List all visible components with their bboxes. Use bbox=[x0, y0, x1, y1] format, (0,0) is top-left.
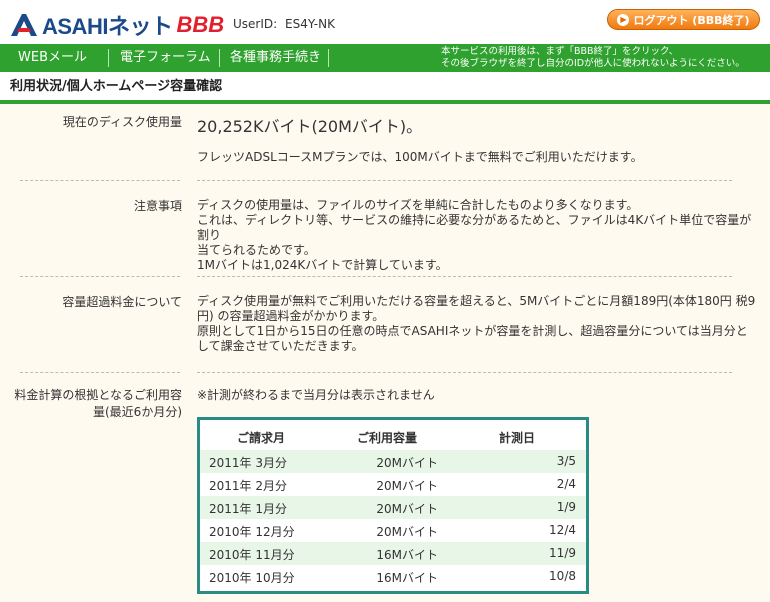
userid-display: UserID: ES4Y-NK bbox=[233, 17, 335, 31]
nav-divider bbox=[328, 49, 329, 67]
overage-line: ディスク使用量が無料でご利用いただける容量を超えると、5Mバイトごとに月額189… bbox=[197, 294, 756, 308]
measured-date-cell: 1/9 bbox=[556, 500, 576, 514]
logo-bbb: BBB bbox=[176, 12, 225, 37]
disk-usage-value: 20,252Kバイト(20Mバイト)。 bbox=[197, 117, 423, 136]
nav-item-web-mail[interactable]: WEBメール bbox=[18, 44, 87, 72]
disk-usage-note: フレッツADSLコースMプランでは、100Mバイトまで無料でご利用いただけます。 bbox=[197, 150, 643, 164]
nav-item-e-forum[interactable]: 電子フォーラム bbox=[120, 44, 211, 72]
overage-fee-label: 容量超過料金について bbox=[62, 295, 182, 309]
billing-month-cell: 2010年 11月分 bbox=[209, 548, 295, 562]
table-row: 2011年 1月分 20Mバイト 1/9 bbox=[200, 496, 586, 519]
caution-line: 当てられるためです。 bbox=[197, 243, 316, 257]
column-header-usage: ご利用容量 bbox=[357, 431, 418, 445]
divider-line bbox=[197, 276, 732, 277]
billing-month-cell: 2011年 2月分 bbox=[209, 479, 287, 493]
table-row: 2010年 10月分 16Mバイト 10/8 bbox=[200, 565, 586, 588]
overage-line: 円) の容量超過料金がかかります。 bbox=[197, 309, 385, 323]
usage-history-table: ご請求月 ご利用容量 計測日 2011年 3月分 20Mバイト 3/5 2011… bbox=[197, 417, 589, 594]
page-title-bar: 利用状況/個人ホームページ容量確認 bbox=[0, 72, 770, 96]
main-nav: WEBメール 電子フォーラム 各種事務手続き 本サービスの利用後は、まず「BBB… bbox=[0, 44, 770, 72]
measured-date-cell: 2/4 bbox=[556, 477, 576, 491]
table-row: 2011年 2月分 20Mバイト 2/4 bbox=[200, 473, 586, 496]
disk-usage-label: 現在のディスク使用量 bbox=[62, 115, 182, 129]
nav-item-procedures[interactable]: 各種事務手続き bbox=[230, 44, 321, 72]
userid-value: ES4Y-NK bbox=[285, 17, 335, 31]
divider-line bbox=[20, 372, 180, 373]
usage-size-cell: 20Mバイト bbox=[376, 479, 438, 493]
asahi-logo-mark-icon bbox=[11, 14, 37, 36]
billing-month-cell: 2010年 10月分 bbox=[209, 571, 295, 585]
billing-month-cell: 2010年 12月分 bbox=[209, 525, 295, 539]
divider-line bbox=[197, 372, 732, 373]
measured-date-cell: 12/4 bbox=[549, 523, 576, 537]
billing-basis-label: 料金計算の根拠となるご利用容 量(最近6か月分) bbox=[14, 387, 182, 421]
billing-note: ※計測が終わるまで当月分は表示されません bbox=[197, 388, 435, 402]
page-title: 利用状況/個人ホームページ容量確認 bbox=[10, 79, 223, 94]
billing-month-cell: 2011年 1月分 bbox=[209, 502, 287, 516]
usage-size-cell: 20Mバイト bbox=[376, 525, 438, 539]
header: ASAHIネット BBB UserID: ES4Y-NK ▶ ログアウト (BB… bbox=[0, 0, 770, 44]
userid-label: UserID: bbox=[233, 17, 278, 31]
caution-line: ディスクの使用量は、ファイルのサイズを単純に合計したものより多くなります。 bbox=[197, 198, 639, 212]
divider-line bbox=[20, 276, 180, 277]
usage-size-cell: 20Mバイト bbox=[376, 456, 438, 470]
billing-basis-label-line: 量(最近6か月分) bbox=[93, 405, 182, 419]
overage-line: して課金させていただきます。 bbox=[197, 339, 364, 353]
measured-date-cell: 3/5 bbox=[556, 454, 576, 468]
logo-text: ASAHIネット bbox=[42, 14, 173, 39]
caution-text: ディスクの使用量は、ファイルのサイズを単純に合計したものより多くなります。 これ… bbox=[197, 198, 757, 273]
caution-line: 1Mバイトは1,024Kバイトで計算しています。 bbox=[197, 258, 448, 272]
main-content: 現在のディスク使用量 20,252Kバイト(20Mバイト)。 フレッツADSLコ… bbox=[0, 104, 770, 602]
usage-notice-line2: その後ブラウザを終了し自分のIDが他人に使われないようにください。 bbox=[441, 58, 745, 69]
billing-month-cell: 2011年 3月分 bbox=[209, 456, 287, 470]
logout-button[interactable]: ▶ ログアウト (BBB終了) bbox=[607, 9, 760, 30]
nav-divider bbox=[108, 49, 109, 67]
divider-line bbox=[20, 180, 180, 181]
asahi-net-logo[interactable]: ASAHIネット BBB bbox=[8, 9, 224, 41]
measured-date-cell: 11/9 bbox=[549, 546, 576, 560]
column-header-month: ご請求月 bbox=[237, 431, 286, 445]
caution-line: これは、ディレクトリ等、サービスの維持に必要な分があるためと、ファイルは4Kバイ… bbox=[197, 213, 752, 242]
caution-label: 注意事項 bbox=[133, 199, 182, 213]
table-row: 2011年 3月分 20Mバイト 3/5 bbox=[200, 450, 586, 473]
table-row: 2010年 11月分 16Mバイト 11/9 bbox=[200, 542, 586, 565]
nav-divider bbox=[219, 49, 220, 67]
overage-line: 原則として1日から15日の任意の時点でASAHIネットが容量を計測し、超過容量分… bbox=[197, 324, 748, 338]
usage-notice-line1: 本サービスの利用後は、まず「BBB終了」をクリック、 bbox=[441, 46, 679, 57]
measured-date-cell: 10/8 bbox=[549, 569, 576, 583]
arrow-right-icon: ▶ bbox=[617, 13, 630, 26]
billing-basis-label-line: 料金計算の根拠となるご利用容 bbox=[14, 388, 182, 402]
usage-notice: 本サービスの利用後は、まず「BBB終了」をクリック、 その後ブラウザを終了し自分… bbox=[441, 46, 767, 70]
usage-size-cell: 16Mバイト bbox=[376, 548, 438, 562]
overage-fee-text: ディスク使用量が無料でご利用いただける容量を超えると、5Mバイトごとに月額189… bbox=[197, 294, 757, 354]
usage-size-cell: 20Mバイト bbox=[376, 502, 438, 516]
divider-line bbox=[197, 180, 732, 181]
logout-label: ログアウト (BBB終了) bbox=[633, 13, 750, 27]
table-row: 2010年 12月分 20Mバイト 12/4 bbox=[200, 519, 586, 542]
usage-size-cell: 16Mバイト bbox=[376, 571, 438, 585]
column-header-date: 計測日 bbox=[499, 431, 536, 445]
